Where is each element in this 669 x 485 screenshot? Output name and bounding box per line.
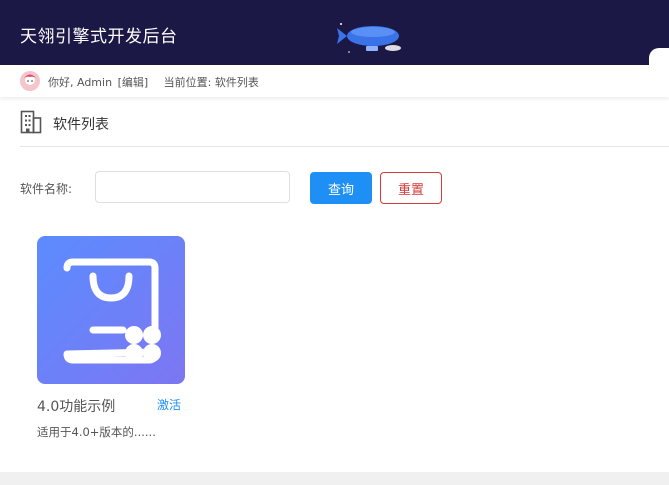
query-button[interactable]: 查询 xyxy=(310,172,372,204)
building-icon xyxy=(20,110,42,134)
shopping-bag-grid-icon xyxy=(63,258,161,364)
reset-button[interactable]: 重置 xyxy=(380,172,442,204)
top-header: 天翎引擎式开发后台 xyxy=(0,0,669,65)
app-name: 4.0功能示例 xyxy=(37,399,116,415)
divider xyxy=(20,146,669,147)
edit-profile-link[interactable]: [编辑] xyxy=(118,76,149,89)
user-bar: 你好, Admin [编辑] 当前位置: 软件列表 xyxy=(0,65,669,97)
current-location: 当前位置: 软件列表 xyxy=(163,76,259,89)
avatar-icon[interactable] xyxy=(20,71,40,91)
activate-link[interactable]: 激活 xyxy=(157,396,181,413)
app-card[interactable]: 4.0功能示例 激活 适用于4.0+版本的...... xyxy=(37,236,189,446)
greeting-text: 你好, Admin xyxy=(48,76,113,89)
app-title: 天翎引擎式开发后台 xyxy=(20,27,178,47)
section-title: 软件列表 xyxy=(53,117,109,133)
software-name-input[interactable] xyxy=(95,171,290,203)
software-name-label: 软件名称: xyxy=(20,182,73,196)
greeting-line: 你好, Admin [编辑] 当前位置: 软件列表 xyxy=(48,74,261,90)
airship-icon xyxy=(337,23,401,53)
app-thumbnail[interactable] xyxy=(37,236,185,384)
footer-band xyxy=(0,472,669,485)
app-description: 适用于4.0+版本的...... xyxy=(37,425,156,439)
